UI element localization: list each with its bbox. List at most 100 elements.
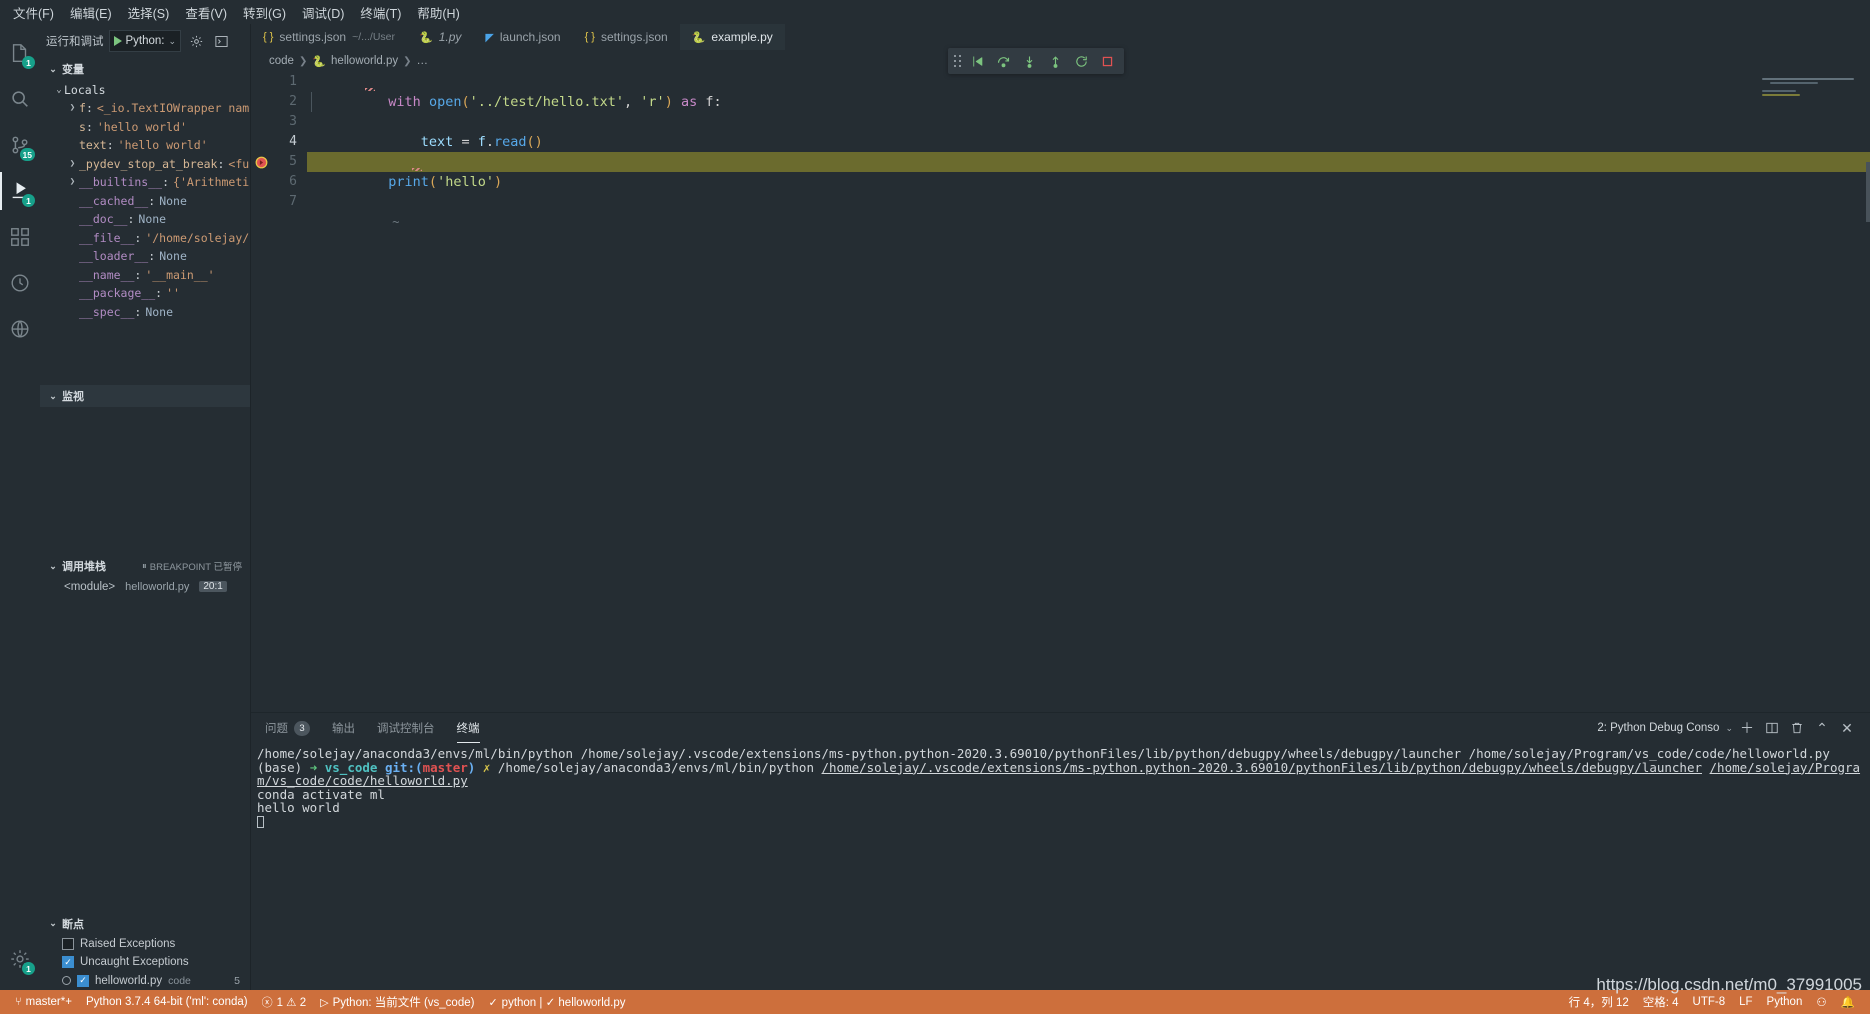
breakpoint-checkbox[interactable]: ✓	[77, 974, 89, 987]
debug-toolbar-drag-handle[interactable]	[953, 53, 963, 69]
debug-continue-button[interactable]	[965, 50, 989, 72]
terminal-output[interactable]: /home/solejay/anaconda3/envs/ml/bin/pyth…	[251, 743, 1870, 990]
breadcrumb-item-file[interactable]: helloworld.py	[331, 55, 398, 67]
panel-tab-3[interactable]: 终端	[456, 713, 480, 743]
variables-scope-locals[interactable]: ⌄ Locals	[40, 80, 250, 99]
chevron-down-icon: ⌄	[49, 918, 57, 928]
variable-row[interactable]: __spec__: None	[40, 303, 250, 322]
variable-row[interactable]: ❯ f: <_io.TextIOWrapper name…	[40, 99, 250, 118]
variable-row[interactable]: __cached__: None	[40, 192, 250, 211]
terminal-text: )	[467, 759, 483, 775]
chevron-right-icon[interactable]: ❯	[66, 177, 79, 187]
chevron-right-icon[interactable]: ❯	[66, 159, 79, 169]
debug-sidebar-header: 运行和调试 Python: ⌄	[40, 24, 250, 58]
status-eol[interactable]: LF	[1732, 990, 1759, 1014]
breakpoint-row[interactable]: Raised Exceptions	[40, 935, 250, 954]
variable-row[interactable]: __file__:'/home/solejay/P…	[40, 229, 250, 248]
status-live-share[interactable]: ⚇	[1809, 990, 1833, 1014]
activitybar-source-control[interactable]: 15	[0, 122, 40, 168]
status-indentation[interactable]: 空格: 4	[1636, 990, 1686, 1014]
breakpoint-checkbox[interactable]	[62, 937, 74, 950]
menu-item-4[interactable]: 转到(G)	[236, 1, 293, 24]
debug-step-over-button[interactable]	[991, 50, 1015, 72]
panel-tab-2[interactable]: 调试控制台	[377, 713, 435, 743]
minimap[interactable]	[1762, 78, 1862, 106]
debug-step-out-button[interactable]	[1043, 50, 1067, 72]
debug-stop-button[interactable]	[1095, 50, 1119, 72]
status-debug-config[interactable]: ▷ Python: 当前文件 (vs_code)	[313, 990, 481, 1014]
variable-row[interactable]: __doc__: None	[40, 210, 250, 229]
kill-terminal-button[interactable]	[1786, 717, 1808, 739]
editor-tab-1[interactable]: 🐍 1.py	[407, 24, 474, 50]
debug-step-into-button[interactable]	[1017, 50, 1041, 72]
activitybar-testing[interactable]	[0, 260, 40, 306]
variable-row[interactable]: __package__: ''	[40, 284, 250, 303]
maximize-panel-button[interactable]: ⌃	[1811, 717, 1833, 739]
status-python-interpreter[interactable]: Python 3.7.4 64-bit ('ml': conda)	[79, 990, 255, 1014]
editor-tab-3[interactable]: { } settings.json	[572, 24, 680, 50]
activitybar-remote[interactable]	[0, 306, 40, 352]
split-terminal-button[interactable]	[1761, 717, 1783, 739]
breadcrumb-item-symbol[interactable]: …	[417, 55, 429, 67]
status-test[interactable]: ✓ python | ✓ helloworld.py	[481, 990, 632, 1014]
code-editor[interactable]: 1 2 3 4 5 6 7 with open('../test/hello.txt', '…	[251, 72, 1870, 712]
breakpoint-glyph[interactable]	[255, 156, 268, 169]
variable-row[interactable]: __name__: '__main__'	[40, 266, 250, 285]
callstack-row[interactable]: <module> helloworld.py 20:1	[40, 577, 250, 596]
debug-settings-button[interactable]	[186, 31, 206, 51]
variable-row[interactable]: text:'hello world'	[40, 136, 250, 155]
editor-glyph-margin[interactable]	[251, 72, 273, 712]
activitybar-search[interactable]	[0, 76, 40, 122]
status-cursor-position[interactable]: 行 4，列 12	[1562, 990, 1636, 1014]
editor-tab-2[interactable]: ◤ launch.json	[473, 24, 573, 50]
variables-section-header[interactable]: ⌄ 变量	[40, 58, 250, 80]
editor-tab-0[interactable]: { } settings.json ~/.../User	[251, 24, 407, 50]
variable-separator: :	[127, 212, 135, 227]
watch-section-header[interactable]: ⌄ 监视	[40, 385, 250, 407]
breakpoints-section-header[interactable]: ⌄ 断点	[40, 913, 250, 935]
variable-row[interactable]: ❯_pydev_stop_at_break:<fun…	[40, 155, 250, 174]
menu-item-5[interactable]: 调试(D)	[295, 1, 351, 24]
menu-item-6[interactable]: 终端(T)	[353, 1, 408, 24]
callstack-section-header[interactable]: ⌄ 调用堆栈 ⏸ BREAKPOINT 已暂停	[40, 555, 250, 577]
activitybar-manage-settings[interactable]: 1	[0, 936, 40, 982]
code-content[interactable]: with open('../test/hello.txt', 'r') as f…	[307, 72, 1870, 712]
callstack-paused-badge: ⏸ BREAKPOINT 已暂停	[142, 559, 242, 574]
activitybar-explorer[interactable]: 1	[0, 30, 40, 76]
breakpoints-title: 断点	[62, 918, 84, 931]
panel-tab-1[interactable]: 输出	[332, 713, 355, 743]
breadcrumb-item-folder[interactable]: code	[269, 55, 294, 67]
variable-row[interactable]: ❯__builtins__:{'Arithmetic…	[40, 173, 250, 192]
terminal-selector-dropdown[interactable]: 2: Python Debug Conso ⌄	[1597, 722, 1733, 734]
status-notifications[interactable]: 🔔	[1834, 990, 1862, 1014]
debug-config-dropdown[interactable]: Python: ⌄	[108, 30, 182, 52]
chevron-right-icon[interactable]: ❯	[66, 103, 79, 113]
close-panel-button[interactable]: ✕	[1836, 717, 1858, 739]
variable-row[interactable]: __loader__: None	[40, 247, 250, 266]
variable-row[interactable]: s:'hello world'	[40, 118, 250, 137]
terminal-link[interactable]: /home/solejay/.vscode/extensions/ms-pyth…	[822, 760, 1703, 775]
start-debug-icon[interactable]	[113, 36, 122, 46]
debug-restart-button[interactable]	[1069, 50, 1093, 72]
activitybar-extensions[interactable]	[0, 214, 40, 260]
status-problems[interactable]: ⓧ 1 ⚠ 2	[255, 990, 314, 1014]
panel-tab-0[interactable]: 问题 3	[265, 713, 310, 743]
status-language-mode[interactable]: Python	[1760, 990, 1810, 1014]
editor-tab-4[interactable]: 🐍 example.py	[679, 24, 785, 50]
new-terminal-button[interactable]: ＋	[1736, 717, 1758, 739]
breakpoint-checkbox[interactable]: ✓	[62, 956, 74, 969]
editor-tab-label: launch.json	[499, 30, 561, 44]
breakpoint-row[interactable]: ✓ Uncaught Exceptions	[40, 953, 250, 972]
status-branch[interactable]: ⑂ master*+	[8, 990, 79, 1014]
menu-item-7[interactable]: 帮助(H)	[410, 1, 466, 24]
editor-scrollbar[interactable]	[1866, 162, 1870, 222]
status-encoding[interactable]: UTF-8	[1686, 990, 1733, 1014]
line-number: 7	[289, 194, 297, 209]
activitybar-run-and-debug[interactable]: 1	[0, 168, 40, 214]
menu-item-1[interactable]: 编辑(E)	[63, 1, 119, 24]
menu-item-0[interactable]: 文件(F)	[6, 1, 61, 24]
menu-item-2[interactable]: 选择(S)	[121, 1, 177, 24]
breakpoint-row[interactable]: ✓ helloworld.py code 5	[40, 972, 250, 991]
menu-item-3[interactable]: 查看(V)	[178, 1, 234, 24]
open-debug-console-button[interactable]	[211, 31, 231, 51]
